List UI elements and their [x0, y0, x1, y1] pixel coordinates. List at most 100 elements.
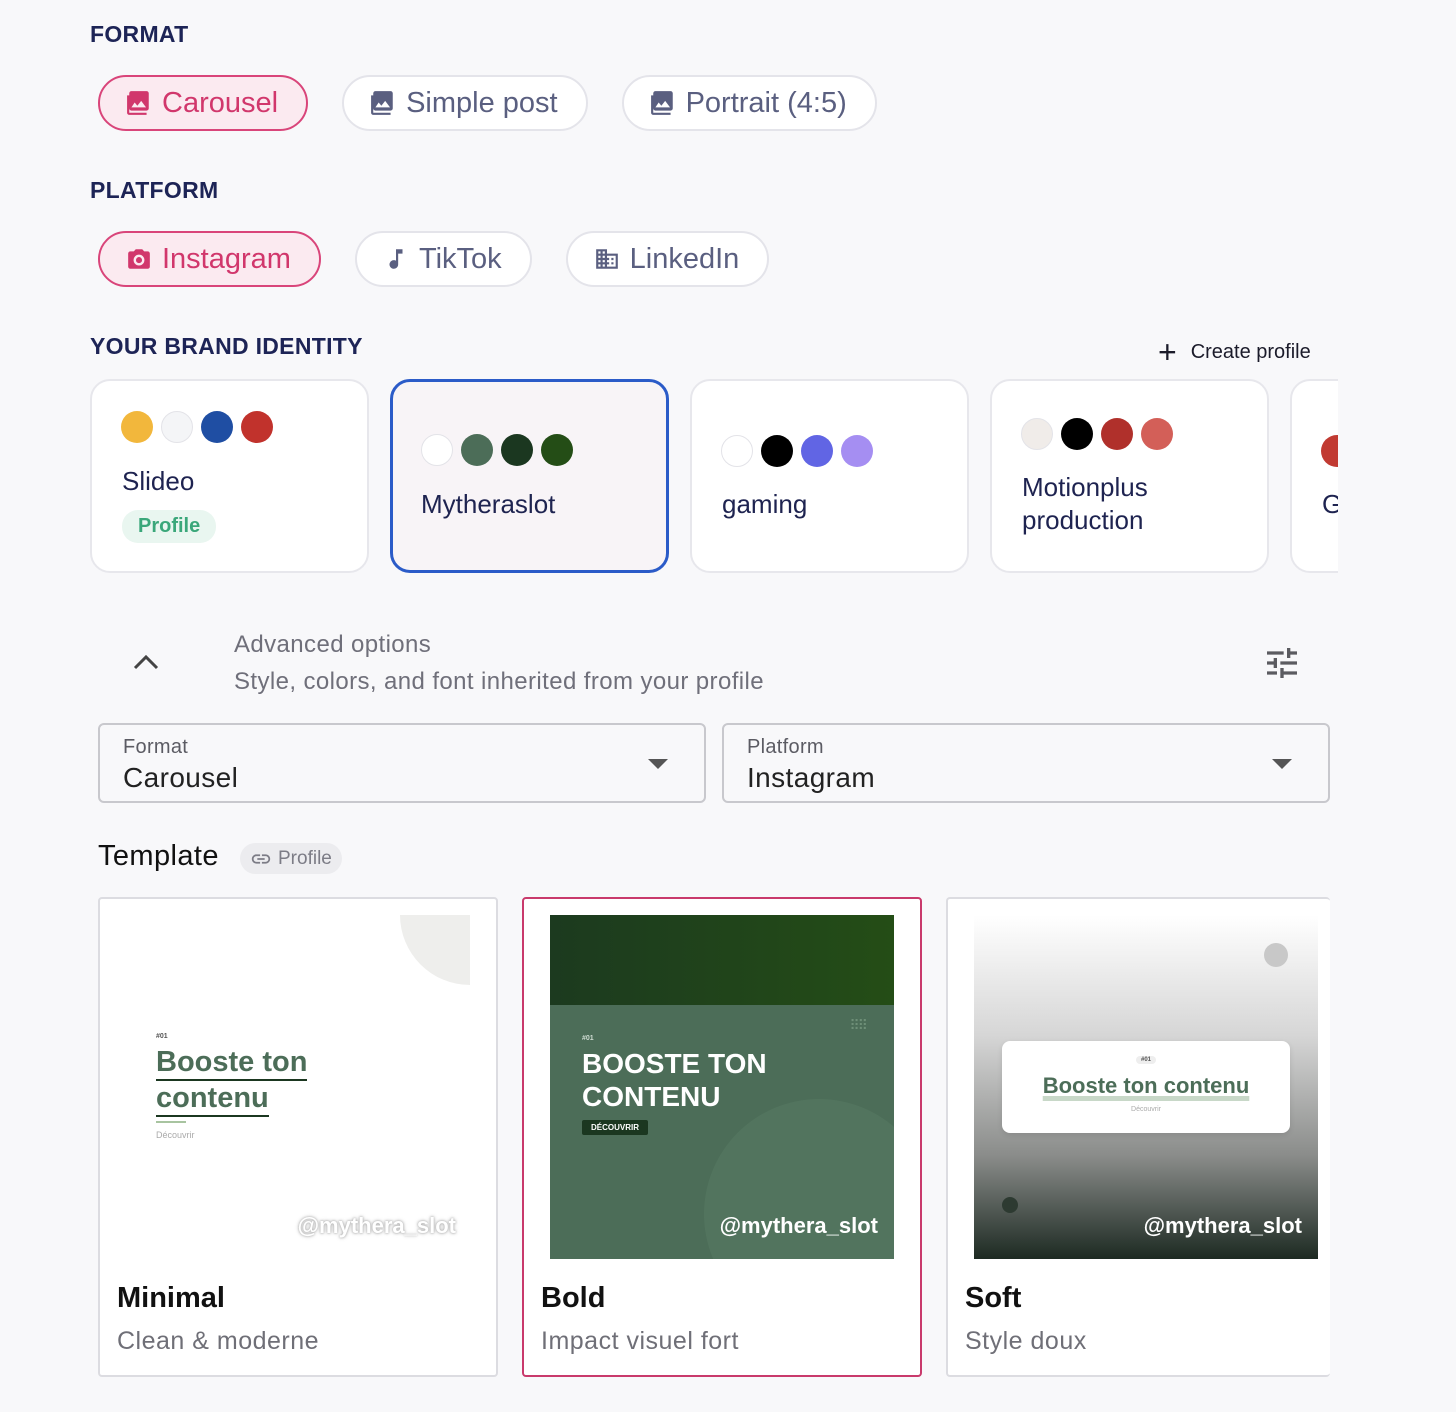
image-icon: [371, 91, 393, 115]
color-swatch: [841, 435, 873, 467]
platform-select[interactable]: Platform Instagram: [722, 723, 1330, 803]
color-swatch: [1061, 418, 1093, 450]
preview-cta: Découvrir: [156, 1130, 195, 1140]
chevron-up-icon[interactable]: [131, 650, 161, 674]
profile-card-gaming[interactable]: gaming: [690, 379, 969, 573]
template-card-bold[interactable]: ⠿⠿ #01 BOOSTE TON CONTENU DÉCOUVRIR @myt…: [522, 897, 922, 1377]
brand-profile-list: Slideo Profile Mytheraslot gaming Motion…: [90, 379, 1338, 575]
preview-title-line: Booste ton: [156, 1045, 308, 1081]
preview-header-band: [550, 915, 894, 1005]
preview-handle: @mythera_slot: [297, 1213, 456, 1238]
preview-handle: @mythera_slot: [719, 1213, 878, 1238]
profile-name: Slideo: [122, 466, 195, 496]
platform-chip-linkedin[interactable]: LinkedIn: [565, 231, 770, 287]
format-select-label: Format: [123, 736, 189, 758]
preview-tag: #01: [156, 1033, 168, 1040]
platform-chip-label: LinkedIn: [629, 242, 740, 275]
profile-name: Mytheraslot: [421, 489, 556, 519]
create-profile-label: Create profile: [1190, 340, 1311, 363]
preview-content-card: #01 Booste ton contenu Découvrir: [1002, 1041, 1290, 1133]
profile-name-line: Motionplus: [1022, 472, 1148, 502]
profile-name: Motionplus production: [1022, 471, 1148, 537]
color-swatch: [421, 434, 453, 466]
template-preview: ⠿⠿ #01 BOOSTE TON CONTENU DÉCOUVRIR @myt…: [550, 915, 894, 1259]
color-swatch: [1021, 418, 1053, 450]
color-swatches: [1021, 418, 1173, 450]
decorative-shape: [1264, 943, 1288, 967]
platform-chip-label: Instagram: [162, 242, 291, 275]
color-swatch: [501, 434, 533, 466]
color-swatches: [121, 411, 273, 443]
profile-card-partial[interactable]: G: [1290, 379, 1338, 573]
template-description: Impact visuel fort: [541, 1327, 739, 1355]
color-swatch: [721, 435, 753, 467]
plus-icon: +: [1158, 334, 1177, 370]
profile-card-slideo[interactable]: Slideo Profile: [90, 379, 369, 573]
template-badge-label: Profile: [278, 847, 332, 869]
platform-select-value: Instagram: [747, 762, 876, 793]
brand-section-label: YOUR BRAND IDENTITY: [90, 333, 363, 359]
profile-card-mytheraslot[interactable]: Mytheraslot: [390, 379, 669, 573]
music-note-icon: [389, 249, 403, 269]
platform-chip-tiktok[interactable]: TikTok: [354, 231, 532, 287]
color-swatch: [1321, 435, 1338, 467]
color-swatches: [721, 435, 873, 467]
grid-dots-icon: ⠿⠿: [849, 1017, 867, 1033]
color-swatch: [161, 411, 193, 443]
format-select-value: Carousel: [123, 762, 239, 793]
profile-name: gaming: [722, 489, 808, 519]
template-card-soft[interactable]: #01 Booste ton contenu Découvrir @myther…: [946, 897, 1330, 1377]
link-icon: [251, 853, 271, 864]
create-profile-button[interactable]: + Create profile: [1158, 334, 1311, 370]
format-options: Carousel Simple post Portrait (4:5): [98, 75, 877, 131]
template-preview: #01 Booste ton contenu Découvrir @myther…: [126, 915, 470, 1259]
color-swatch: [801, 435, 833, 467]
color-swatch: [241, 411, 273, 443]
color-swatch: [1141, 418, 1173, 450]
advanced-options-title: Advanced options: [234, 631, 432, 658]
preview-title-line: BOOSTE TON: [582, 1048, 767, 1079]
profile-name-line: production: [1022, 505, 1144, 535]
preview-title-line: contenu: [156, 1081, 269, 1117]
format-chip-label: Carousel: [162, 86, 279, 119]
template-profile-badge: Profile: [240, 843, 342, 874]
platform-section-label: PLATFORM: [90, 177, 219, 203]
platform-chip-instagram[interactable]: Instagram: [98, 231, 321, 287]
format-section-label: FORMAT: [90, 21, 189, 47]
format-select[interactable]: Format Carousel: [98, 723, 706, 803]
format-chip-label: Simple post: [406, 86, 558, 119]
image-icon: [650, 91, 673, 115]
image-icon: [127, 91, 149, 115]
template-preview: #01 Booste ton contenu Découvrir @myther…: [974, 915, 1318, 1259]
format-chip-simple-post[interactable]: Simple post: [342, 75, 588, 131]
preview-title: Booste ton contenu: [156, 1045, 308, 1117]
template-card-minimal[interactable]: #01 Booste ton contenu Découvrir @myther…: [98, 897, 498, 1377]
template-name: Bold: [541, 1282, 606, 1314]
template-description: Style doux: [965, 1327, 1087, 1355]
color-swatch: [1101, 418, 1133, 450]
building-icon: [595, 249, 618, 269]
divider: [156, 1121, 186, 1123]
profile-badge: Profile: [122, 510, 217, 543]
preview-tag: #01: [582, 1035, 594, 1042]
color-swatch: [121, 411, 153, 443]
format-chip-portrait[interactable]: Portrait (4:5): [621, 75, 877, 131]
platform-select-label: Platform: [747, 736, 824, 758]
dropdown-arrow-icon: [648, 759, 668, 769]
tune-icon[interactable]: [1262, 643, 1302, 683]
template-name: Soft: [965, 1282, 1022, 1314]
preview-title-line: CONTENU: [582, 1081, 721, 1112]
preview-tag: #01: [1135, 1056, 1157, 1064]
template-name: Minimal: [117, 1282, 225, 1314]
color-swatches: [1321, 435, 1338, 467]
dropdown-arrow-icon: [1272, 759, 1292, 769]
profile-card-motionplus[interactable]: Motionplus production: [990, 379, 1269, 573]
preview-cta: DÉCOUVRIR: [582, 1120, 649, 1135]
template-description: Clean & moderne: [117, 1327, 320, 1355]
platform-options: Instagram TikTok LinkedIn: [98, 231, 770, 287]
color-swatch: [201, 411, 233, 443]
profile-name: G: [1322, 489, 1338, 519]
decorative-shape: [1002, 1197, 1018, 1213]
format-chip-carousel[interactable]: Carousel: [98, 75, 309, 131]
preview-cta: Découvrir: [1131, 1106, 1161, 1113]
